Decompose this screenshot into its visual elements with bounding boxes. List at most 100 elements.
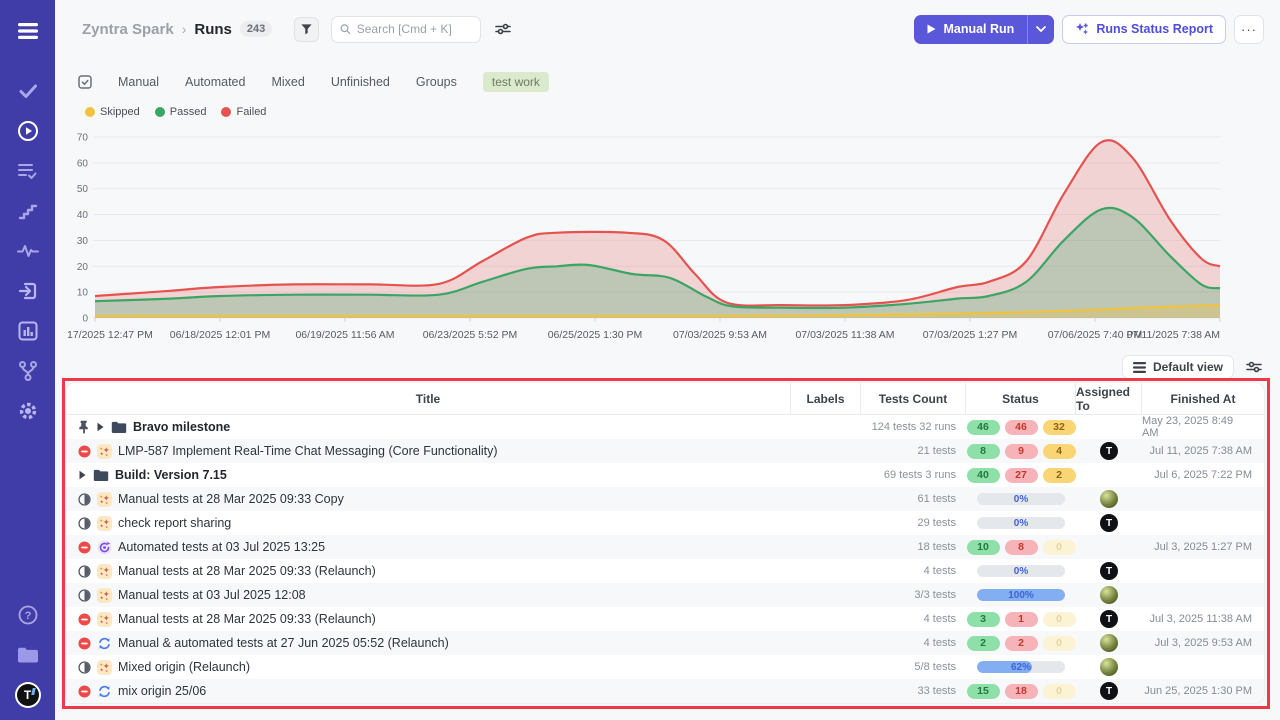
column-header-finished-at[interactable]: Finished At <box>1142 383 1264 414</box>
table-row[interactable]: Mixed origin (Relaunch)5/8 tests62% <box>66 655 1264 679</box>
table-row[interactable]: check report sharing29 tests0%T <box>66 511 1264 535</box>
table-row[interactable]: Manual & automated tests at 27 Jun 2025 … <box>66 631 1264 655</box>
expand-chevron-icon[interactable] <box>96 422 105 432</box>
tab-manual[interactable]: Manual <box>118 75 159 89</box>
run-title[interactable]: Mixed origin (Relaunch) <box>118 660 250 674</box>
table-row[interactable]: Automated tests at 03 Jul 2025 13:2518 t… <box>66 535 1264 559</box>
in-progress-status-icon <box>78 589 91 602</box>
column-header-labels[interactable]: Labels <box>791 383 861 414</box>
run-title[interactable]: Manual tests at 28 Mar 2025 09:33 (Relau… <box>118 564 376 578</box>
more-actions-button[interactable]: ··· <box>1234 15 1264 44</box>
assignee-avatar[interactable]: T <box>1100 442 1118 460</box>
assignee-avatar[interactable]: T <box>1100 682 1118 700</box>
integrations-branch-icon[interactable] <box>11 354 45 388</box>
run-title[interactable]: mix origin 25/06 <box>118 684 206 698</box>
assignee-avatar[interactable] <box>1100 490 1118 508</box>
assignee-avatar[interactable]: T <box>1100 562 1118 580</box>
table-row[interactable]: Manual tests at 03 Jul 2025 12:083/3 tes… <box>66 583 1264 607</box>
progress-bar: 0% <box>977 565 1065 577</box>
manual-run-button[interactable]: Manual Run <box>914 15 1054 44</box>
assignee-avatar[interactable] <box>1100 634 1118 652</box>
tab-mixed[interactable]: Mixed <box>271 75 304 89</box>
run-title[interactable]: Automated tests at 03 Jul 2025 13:25 <box>118 540 325 554</box>
test-cases-icon[interactable] <box>11 154 45 188</box>
finished-at: Jul 3, 2025 9:53 AM <box>1142 631 1264 655</box>
run-title[interactable]: Manual tests at 03 Jul 2025 12:08 <box>118 588 306 602</box>
svg-text:06/23/2025 5:52 PM: 06/23/2025 5:52 PM <box>423 329 518 341</box>
run-title[interactable]: check report sharing <box>118 516 231 530</box>
tab-groups[interactable]: Groups <box>416 75 457 89</box>
table-row[interactable]: LMP-587 Implement Real-Time Chat Messagi… <box>66 439 1264 463</box>
milestones-steps-icon[interactable] <box>11 194 45 228</box>
chevron-right-icon <box>96 422 105 432</box>
settings-gear-icon[interactable] <box>11 394 45 428</box>
table-row[interactable]: Manual tests at 28 Mar 2025 09:33 (Relau… <box>66 607 1264 631</box>
assignee-cell: T <box>1076 607 1142 631</box>
in-progress-status-icon <box>78 661 91 674</box>
in-progress-status-icon <box>78 565 91 578</box>
table-row[interactable]: Manual tests at 28 Mar 2025 09:33 (Relau… <box>66 559 1264 583</box>
assignee-avatar[interactable]: T <box>1100 514 1118 532</box>
status-badge-skipped: 0 <box>1043 540 1076 555</box>
svg-text:60: 60 <box>77 158 89 169</box>
tab-unfinished[interactable]: Unfinished <box>331 75 390 89</box>
run-title[interactable]: Manual tests at 28 Mar 2025 09:33 Copy <box>118 492 344 506</box>
view-settings-icon[interactable] <box>1246 360 1262 374</box>
column-header-title[interactable]: Title <box>66 383 791 414</box>
run-title[interactable]: LMP-587 Implement Real-Time Chat Messagi… <box>118 444 498 458</box>
select-runs-icon[interactable] <box>78 75 92 89</box>
legend-item-skipped[interactable]: Skipped <box>85 106 140 118</box>
tab-automated[interactable]: Automated <box>185 75 245 89</box>
status-badge-failed: 27 <box>1005 468 1038 483</box>
search-input[interactable] <box>357 22 473 36</box>
projects-folder-icon[interactable] <box>11 638 45 672</box>
breadcrumb-project[interactable]: Zyntra Spark <box>82 21 174 38</box>
shared-steps-icon[interactable] <box>11 274 45 308</box>
expand-chevron-icon[interactable] <box>78 470 87 480</box>
svg-text:07/11/2025 7:38 AM: 07/11/2025 7:38 AM <box>1127 329 1220 341</box>
column-header-assigned-to[interactable]: Assigned To <box>1076 383 1142 414</box>
progress-bar: 0% <box>977 493 1065 505</box>
run-tabs: Manual Automated Mixed Unfinished Groups test… <box>78 70 549 94</box>
status-badge-passed: 3 <box>967 612 1000 627</box>
legend-dot <box>85 107 95 117</box>
default-view-button[interactable]: Default view <box>1122 355 1234 379</box>
menu-icon[interactable] <box>11 14 45 48</box>
table-row[interactable]: Manual tests at 28 Mar 2025 09:33 Copy61… <box>66 487 1264 511</box>
runs-status-report-button[interactable]: Runs Status Report <box>1062 15 1226 44</box>
user-avatar[interactable]: T <box>15 682 41 708</box>
table-row[interactable]: Bravo milestone124 tests 32 runs464632Ma… <box>66 415 1264 439</box>
manual-run-dropdown[interactable] <box>1027 15 1054 44</box>
status-cell: 0% <box>966 559 1076 583</box>
adjustments-icon[interactable] <box>495 22 511 36</box>
help-icon[interactable]: ? <box>11 598 45 632</box>
search-box[interactable] <box>331 16 481 43</box>
finished-at: Jul 3, 2025 11:38 AM <box>1142 607 1264 631</box>
legend-item-failed[interactable]: Failed <box>221 106 266 118</box>
manual-run-type-icon <box>97 660 112 675</box>
table-row[interactable]: Build: Version 7.1569 tests 3 runs40272J… <box>66 463 1264 487</box>
reports-chart-icon[interactable] <box>11 314 45 348</box>
activity-pulse-icon[interactable] <box>11 234 45 268</box>
legend-label: Skipped <box>100 106 140 118</box>
column-header-status[interactable]: Status <box>966 383 1076 414</box>
column-header-tests-count[interactable]: Tests Count <box>861 383 966 414</box>
runs-count-badge: 243 <box>240 21 272 37</box>
legend-item-passed[interactable]: Passed <box>155 106 207 118</box>
assignee-avatar[interactable] <box>1100 586 1118 604</box>
run-title[interactable]: Build: Version 7.15 <box>115 468 227 482</box>
run-title[interactable]: Manual & automated tests at 27 Jun 2025 … <box>118 636 449 650</box>
run-title[interactable]: Manual tests at 28 Mar 2025 09:33 (Relau… <box>118 612 376 626</box>
svg-text:10: 10 <box>77 288 89 299</box>
filter-button[interactable] <box>294 17 319 42</box>
assignee-avatar[interactable] <box>1100 658 1118 676</box>
chevron-right-icon <box>78 470 87 480</box>
assignee-avatar[interactable]: T <box>1100 610 1118 628</box>
saved-filter-chip[interactable]: test work <box>483 72 549 92</box>
status-cell: 100% <box>966 583 1076 607</box>
run-title[interactable]: Bravo milestone <box>133 420 230 434</box>
runs-play-icon[interactable] <box>11 114 45 148</box>
tasks-check-icon[interactable] <box>11 74 45 108</box>
table-row[interactable]: mix origin 25/0633 tests15180TJun 25, 20… <box>66 679 1264 703</box>
mixed-run-type-icon <box>97 684 112 699</box>
